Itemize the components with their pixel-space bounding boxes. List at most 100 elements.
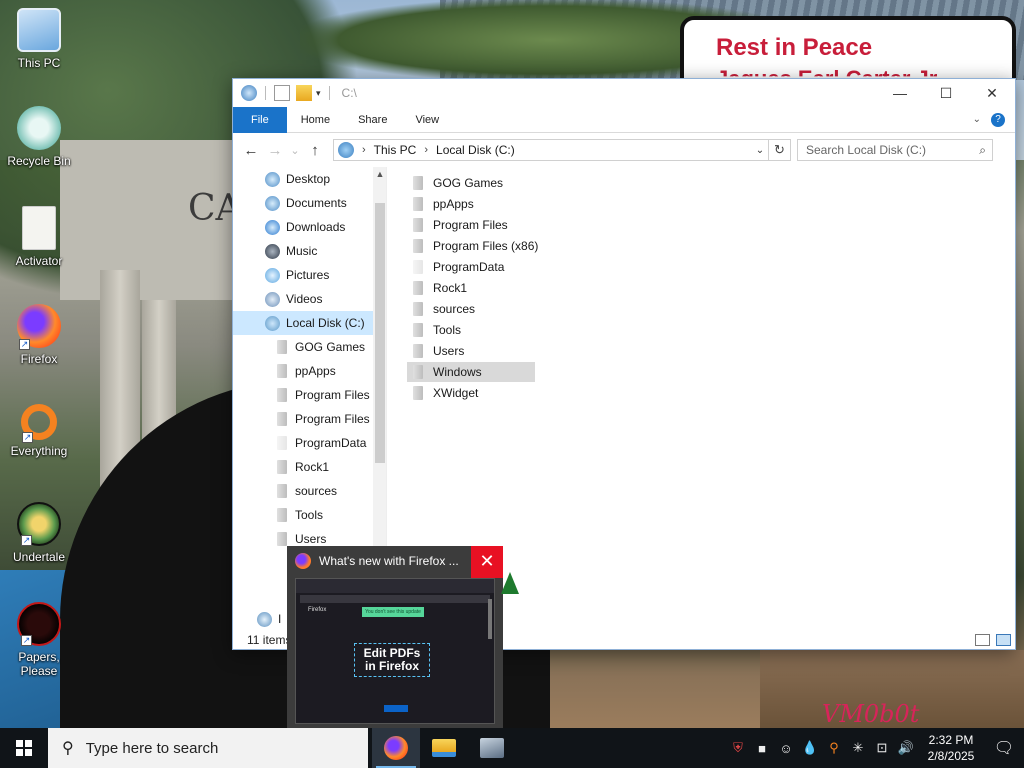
nav-item-label: Pictures (286, 268, 330, 282)
taskbar-app-settings[interactable] (468, 728, 516, 768)
desktop-icon-firefox[interactable]: ↗ Firefox (0, 304, 78, 366)
notification-center-icon[interactable]: 🗨 (984, 738, 1024, 758)
list-item-selected[interactable]: Windows (407, 362, 535, 382)
breadcrumb-this-pc[interactable]: This PC (374, 143, 417, 157)
forward-button[interactable]: → (263, 142, 287, 159)
maximize-button[interactable]: ☐ (923, 79, 969, 107)
desktop-icon-activator[interactable]: Activator (0, 206, 78, 268)
recent-locations-button[interactable]: ⌄ (287, 144, 303, 157)
thumbnail-heading: Edit PDFs in Firefox (354, 643, 430, 677)
nav-item-ppapps[interactable]: ppApps (277, 359, 336, 383)
expand-ribbon-icon[interactable]: ⌄ (973, 114, 981, 125)
taskbar-search-box[interactable]: ⚲ Type here to search (48, 728, 368, 768)
tab-view[interactable]: View (401, 107, 453, 133)
nav-item-local-disk[interactable]: Local Disk (C:) (233, 311, 373, 335)
chevron-down-icon[interactable]: ▾ (316, 88, 321, 99)
asterisk-icon[interactable]: ✳ (846, 740, 870, 756)
recycle-bin-icon (17, 106, 61, 150)
nav-item-downloads[interactable]: Downloads (265, 215, 345, 239)
large-icons-view-icon[interactable] (996, 634, 1011, 646)
thumbnail-button (384, 705, 408, 712)
new-folder-icon[interactable] (296, 85, 312, 101)
list-item[interactable]: Program Files (x86) (407, 236, 538, 256)
refresh-button[interactable]: ↻ (769, 139, 791, 161)
droplet-icon[interactable]: 💧 (798, 740, 822, 756)
taskbar-app-file-explorer[interactable] (420, 728, 468, 768)
list-item[interactable]: ppApps (407, 194, 474, 214)
nav-item-pictures[interactable]: Pictures (265, 263, 329, 287)
scrollbar-thumb[interactable] (375, 203, 385, 463)
nav-pane-scrollbar[interactable]: ▲ (373, 167, 386, 607)
preview-thumbnail[interactable]: Firefox You don't see this update Edit P… (295, 578, 495, 724)
stop-icon[interactable]: ■ (750, 741, 774, 756)
list-item[interactable]: ProgramData (407, 257, 504, 277)
back-button[interactable]: ← (239, 142, 263, 159)
tree-cursor-icon (501, 572, 519, 594)
list-item[interactable]: Tools (407, 320, 461, 340)
list-item[interactable]: XWidget (407, 383, 478, 403)
clock[interactable]: 2:32 PM 2/8/2025 (918, 732, 984, 764)
antivirus-icon[interactable]: ⛨ (726, 740, 750, 756)
nav-item-label: ProgramData (295, 436, 367, 450)
nav-item-label: GOG Games (295, 340, 366, 354)
taskbar-app-firefox[interactable] (372, 728, 420, 768)
desktop-icon-undertale[interactable]: ↗ Undertale (0, 502, 78, 564)
desktop-icon-papers-please[interactable]: ↗ Papers, Please (0, 602, 78, 678)
close-button[interactable]: ✕ (969, 79, 1015, 107)
details-view-icon[interactable] (975, 634, 990, 646)
item-count: 11 items (247, 633, 292, 647)
nav-item-rock1[interactable]: Rock1 (277, 455, 329, 479)
list-item[interactable]: Users (407, 341, 464, 361)
divider (265, 86, 266, 100)
desktop-icon-everything[interactable]: ↗ Everything (0, 404, 78, 458)
nav-item-program-files-x86[interactable]: Program Files ( (277, 407, 377, 431)
list-item[interactable]: Rock1 (407, 278, 467, 298)
breadcrumb-local-disk[interactable]: Local Disk (C:) (436, 143, 515, 157)
nav-item-desktop[interactable]: Desktop (265, 167, 330, 191)
nav-item-tools[interactable]: Tools (277, 503, 323, 527)
title-bar[interactable]: ▾ C:\ — ☐ ✕ (233, 79, 1015, 107)
nav-item-sources[interactable]: sources (277, 479, 337, 503)
tab-file[interactable]: File (233, 106, 287, 133)
list-item[interactable]: GOG Games (407, 173, 503, 193)
tab-home[interactable]: Home (287, 107, 344, 133)
nav-item-documents[interactable]: Documents (265, 191, 347, 215)
volume-icon[interactable]: 🔊 (894, 740, 918, 756)
divider (328, 86, 330, 100)
minimize-button[interactable]: — (877, 79, 923, 107)
search-input[interactable]: Search Local Disk (C:) ⌕ (797, 139, 993, 161)
desktop-icon-this-pc[interactable]: This PC (0, 8, 78, 70)
nav-item-program-files[interactable]: Program Files (277, 383, 370, 407)
thumbnail-logo: Firefox (308, 607, 327, 613)
everything-tray-icon[interactable]: ⚲ (822, 740, 846, 756)
nav-item-videos[interactable]: Videos (265, 287, 322, 311)
preview-close-button[interactable]: ✕ (471, 546, 503, 578)
up-button[interactable]: ↑ (303, 142, 327, 159)
people-icon[interactable]: ☺ (774, 741, 798, 756)
network-icon[interactable]: ⊡ (870, 740, 894, 756)
list-item[interactable]: sources (407, 299, 475, 319)
chevron-down-icon[interactable]: ⌄ (752, 145, 768, 156)
properties-icon[interactable] (274, 85, 290, 101)
firefox-icon (384, 736, 408, 760)
list-item[interactable]: Program Files (407, 215, 508, 235)
nav-item-music[interactable]: Music (265, 239, 317, 263)
nav-item-label: Desktop (286, 172, 331, 186)
clock-date: 2/8/2025 (927, 749, 975, 763)
desktop-icon-recycle-bin[interactable]: Recycle Bin (0, 106, 78, 168)
help-icon[interactable]: ? (991, 112, 1005, 127)
folder-icon (277, 388, 287, 402)
nav-item-label: Rock1 (295, 460, 330, 474)
folder-icon (413, 239, 423, 253)
start-button[interactable] (0, 728, 48, 768)
nav-item-label: Tools (295, 508, 324, 522)
tab-share[interactable]: Share (344, 107, 401, 133)
firefox-taskbar-preview[interactable]: What's new with Firefox ... ✕ Firefox Yo… (287, 546, 503, 728)
drive-icon (265, 315, 280, 331)
nav-item-programdata[interactable]: ProgramData (277, 431, 366, 455)
address-bar[interactable]: › This PC › Local Disk (C:) ⌄ (333, 139, 769, 161)
scroll-up-icon[interactable]: ▲ (373, 169, 386, 179)
nav-item-network[interactable]: I (257, 607, 281, 631)
nav-item-gog-games[interactable]: GOG Games (277, 335, 365, 359)
desktop-icon-label: Activator (15, 254, 63, 268)
